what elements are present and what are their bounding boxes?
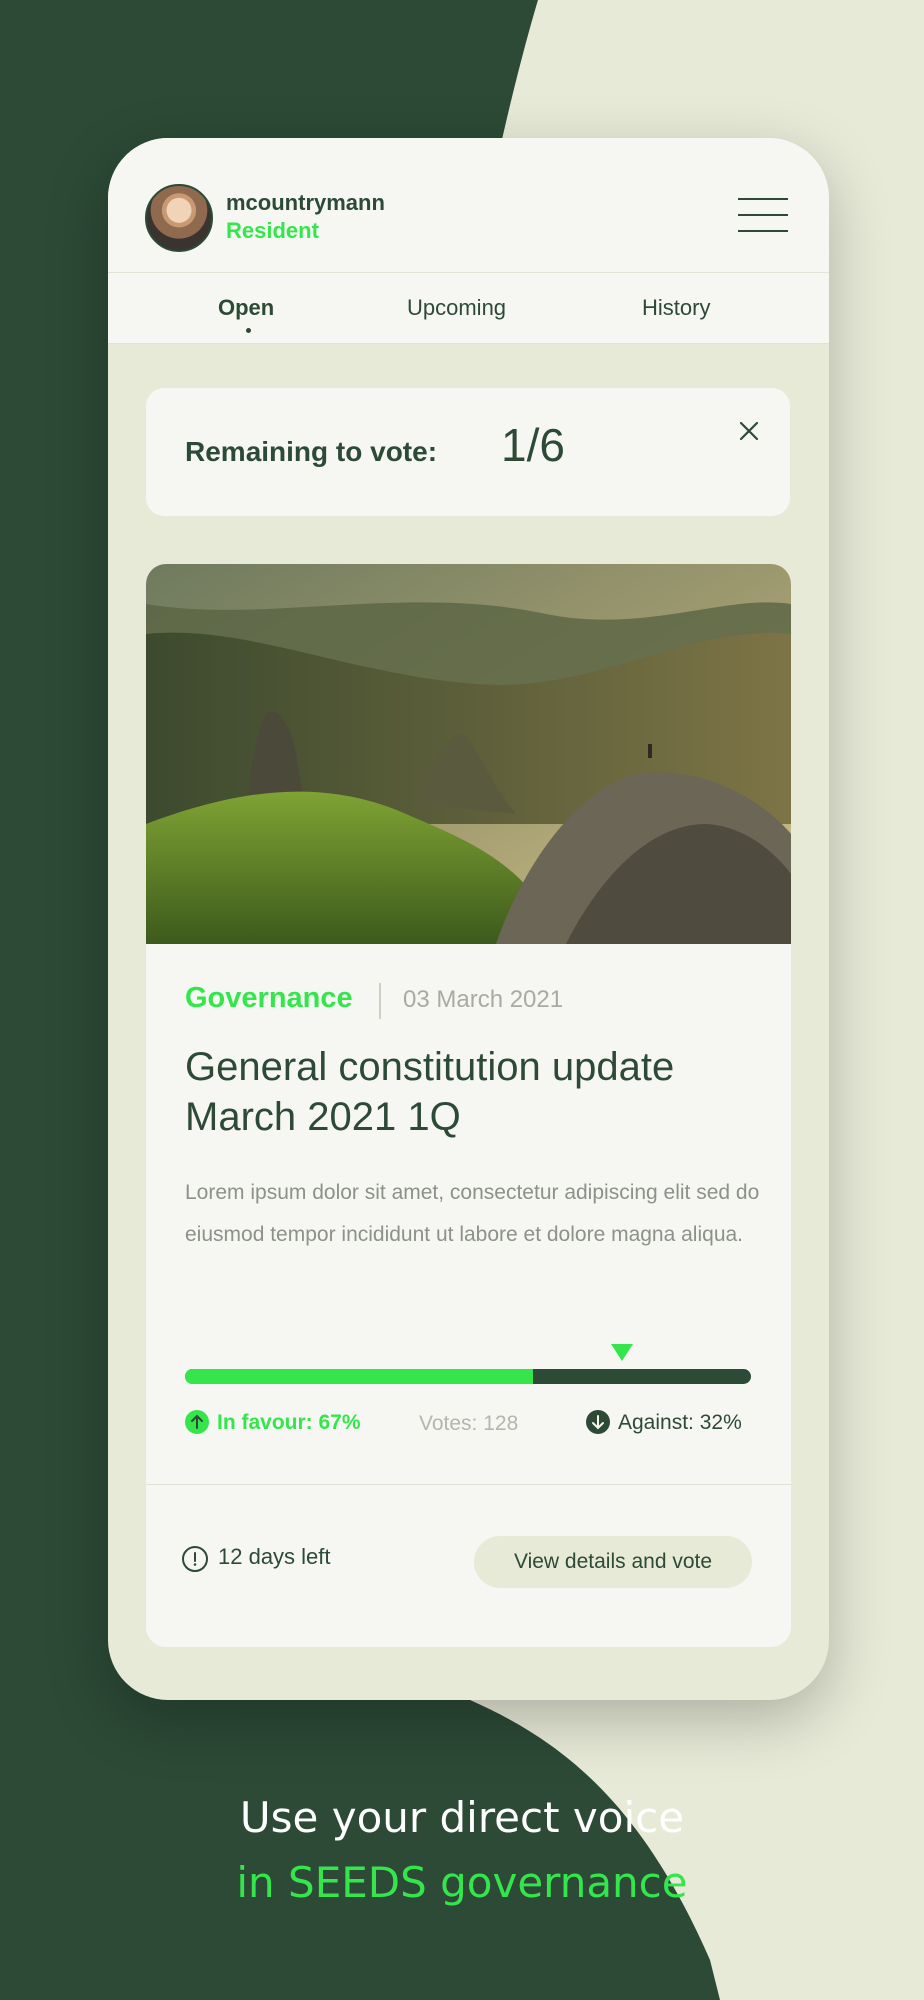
tab-open[interactable]: Open [218,295,274,321]
proposal-title: General constitution update March 2021 1… [185,1045,675,1139]
tagline-line-2: in SEEDS governance [236,1858,688,1907]
days-left-label: 12 days left [218,1544,331,1569]
remaining-label: Remaining to vote: [185,436,438,467]
in-favour-label: In favour: 67% [217,1411,361,1434]
vote-progress-bar [185,1369,751,1384]
category-divider [379,983,381,1019]
app-header: mcountrymann Resident [108,138,829,273]
arrow-down-icon [586,1410,610,1434]
tab-history[interactable]: History [642,295,710,321]
proposal-description: Lorem ipsum dolor sit amet, consectetur … [185,1181,760,1246]
against: Against: 32% [586,1410,742,1435]
proposal-date: 03 March 2021 [403,986,564,1013]
user-role: Resident [226,218,319,243]
tagline-line-1: Use your direct voice [239,1793,685,1842]
remaining-count: 1/6 [501,419,565,471]
vote-progress-fill [185,1369,534,1384]
tab-bar: Open Upcoming History [108,273,829,344]
menu-icon[interactable] [738,198,788,232]
in-favour: In favour: 67% [185,1410,361,1438]
card-divider [146,1484,791,1485]
close-icon[interactable] [734,416,764,446]
days-left: 12 days left [182,1544,331,1572]
username: mcountrymann [226,190,385,215]
alert-icon [182,1546,208,1572]
remaining-to-vote-banner: Remaining to vote: 1/6 [146,388,790,516]
proposal-image [146,564,791,944]
arrow-up-icon [185,1410,209,1434]
proposal-card[interactable]: Governance 03 March 2021 General constit… [146,564,791,1647]
proposal-category: Governance [185,982,353,1014]
active-tab-indicator [246,328,251,333]
tab-upcoming[interactable]: Upcoming [407,295,506,321]
view-details-vote-button[interactable]: View details and vote [474,1536,752,1588]
phone-frame: mcountrymann Resident Open Upcoming Hist… [108,138,829,1700]
avatar[interactable] [145,184,213,252]
vote-count: Votes: 128 [419,1412,519,1435]
against-label: Against: 32% [618,1411,742,1434]
threshold-marker [611,1344,633,1361]
